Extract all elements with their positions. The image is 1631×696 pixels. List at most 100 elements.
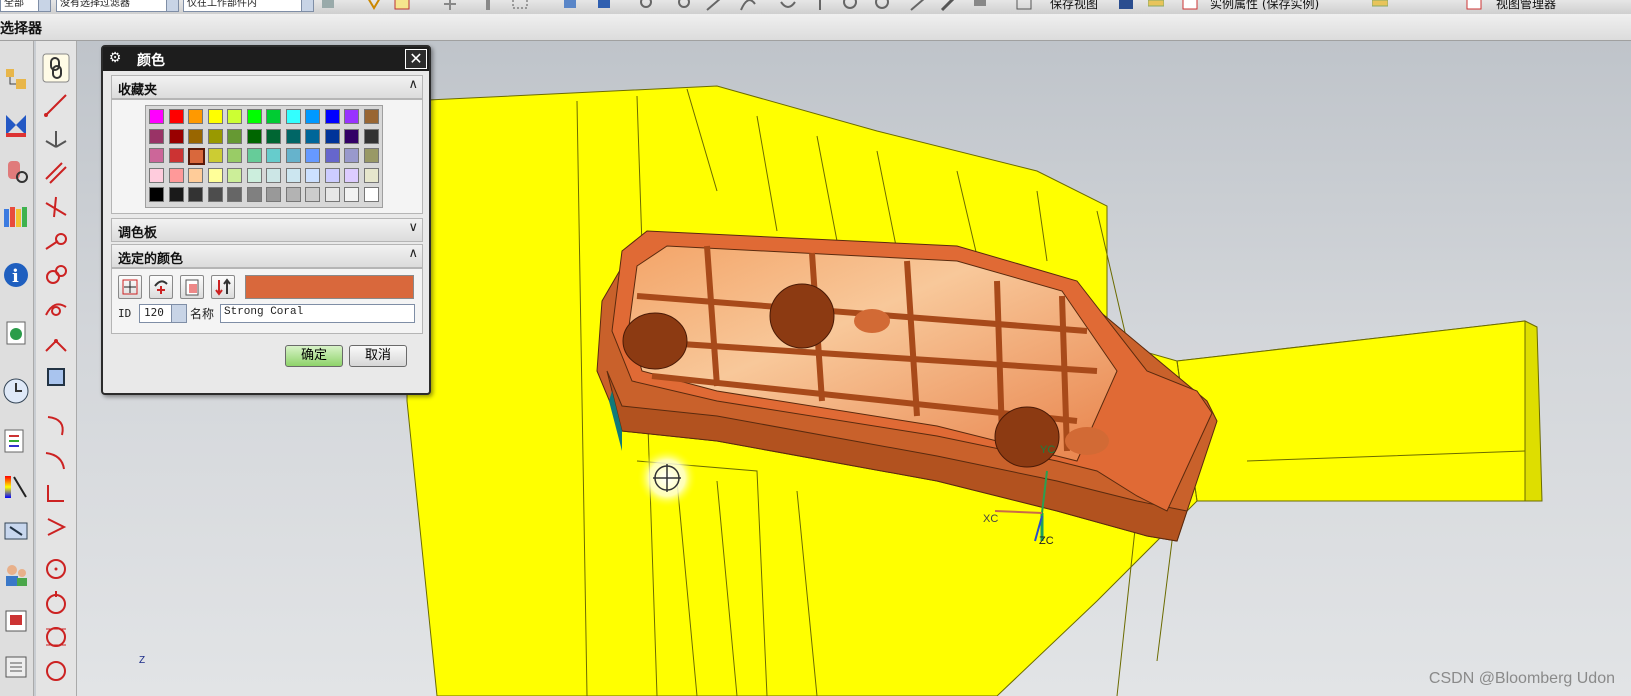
- snap-icon[interactable]: [394, 0, 410, 12]
- color-swatch[interactable]: [227, 187, 242, 202]
- color-swatch[interactable]: [344, 109, 359, 124]
- color-swatch[interactable]: [324, 148, 340, 163]
- perpendicular-line-icon[interactable]: [44, 195, 68, 219]
- view-manager-label[interactable]: 视图管理器: [1496, 0, 1556, 12]
- color-swatch[interactable]: [344, 128, 359, 144]
- color-swatch[interactable]: [168, 109, 184, 124]
- dialog-titlebar[interactable]: ⚙ 颜色 ✕: [103, 47, 429, 71]
- color-swatch[interactable]: [285, 148, 301, 163]
- cube-shaded-icon[interactable]: [596, 0, 612, 12]
- color-swatch[interactable]: [285, 167, 301, 183]
- bounding-box-icon[interactable]: [44, 365, 68, 389]
- color-swatch[interactable]: [363, 167, 379, 183]
- color-swatch[interactable]: [305, 167, 320, 183]
- color-swatch[interactable]: [149, 109, 164, 124]
- filter-icon[interactable]: [320, 0, 336, 12]
- circle-point-tool-icon[interactable]: [44, 659, 68, 683]
- color-swatch[interactable]: [305, 128, 320, 144]
- color-swatch[interactable]: [207, 187, 223, 202]
- color-swatch[interactable]: [149, 128, 164, 144]
- color-swatch[interactable]: [305, 148, 320, 163]
- circle-3pt-icon[interactable]: [44, 591, 68, 615]
- circle-tool-icon[interactable]: [44, 557, 68, 581]
- sort-color-button[interactable]: [211, 275, 235, 299]
- attribute-icon[interactable]: [1182, 0, 1198, 12]
- history-icon[interactable]: [2, 377, 30, 405]
- color-swatch[interactable]: [188, 148, 205, 165]
- roles-icon[interactable]: [2, 561, 30, 589]
- favorites-section-header[interactable]: 收藏夹 ∧: [111, 75, 423, 99]
- chevron-up-icon[interactable]: ∧: [408, 77, 418, 92]
- bisector-icon[interactable]: [44, 331, 68, 355]
- color-id-input[interactable]: 120: [139, 304, 187, 323]
- crosshair-icon[interactable]: [442, 0, 458, 12]
- color-swatch[interactable]: [344, 148, 359, 163]
- save-icon[interactable]: [1118, 0, 1134, 12]
- arc-3pt-icon[interactable]: [44, 413, 68, 437]
- paste-color-button[interactable]: [180, 275, 204, 299]
- save-view-label[interactable]: 保存视图: [1050, 0, 1098, 12]
- rotate-icon[interactable]: [638, 0, 654, 12]
- color-swatch[interactable]: [188, 128, 203, 144]
- color-swatch[interactable]: [344, 167, 359, 183]
- color-swatch[interactable]: [246, 148, 262, 163]
- point-icon[interactable]: [812, 0, 828, 12]
- color-swatch[interactable]: [207, 109, 223, 124]
- line-circle-icon[interactable]: [44, 229, 68, 253]
- close-button[interactable]: ✕: [405, 49, 427, 69]
- cancel-button[interactable]: 取消: [349, 345, 407, 367]
- color-swatch[interactable]: [227, 148, 242, 163]
- color-swatch[interactable]: [363, 109, 379, 124]
- measure-icon[interactable]: [1372, 0, 1388, 12]
- circle-center-icon[interactable]: [842, 0, 858, 12]
- color-name-input[interactable]: Strong Coral: [220, 304, 415, 323]
- line-icon[interactable]: [706, 0, 722, 12]
- color-swatch[interactable]: [188, 187, 203, 202]
- color-swatch[interactable]: [207, 167, 223, 183]
- curve-circle-icon[interactable]: [44, 297, 68, 321]
- color-swatch[interactable]: [285, 128, 301, 144]
- tangent-circles-icon[interactable]: [44, 263, 68, 287]
- color-swatch[interactable]: [227, 167, 242, 183]
- color-swatch[interactable]: [266, 187, 281, 202]
- parallel-line-icon[interactable]: [44, 161, 68, 185]
- assembly-navigator-icon[interactable]: [2, 65, 30, 93]
- color-swatch[interactable]: [363, 148, 379, 163]
- color-swatch[interactable]: [227, 109, 242, 124]
- visualization-palette-icon[interactable]: [2, 473, 30, 501]
- scope-combo[interactable]: 仅在工作部件内: [183, 0, 314, 12]
- eraser-icon[interactable]: [972, 0, 988, 12]
- color-swatch[interactable]: [266, 167, 281, 183]
- eyedropper-button[interactable]: [118, 275, 142, 299]
- color-swatch[interactable]: [363, 187, 379, 202]
- color-swatch[interactable]: [207, 128, 223, 144]
- color-swatch[interactable]: [246, 167, 262, 183]
- cube-icon[interactable]: [562, 0, 578, 12]
- axis-line-icon[interactable]: [44, 127, 68, 151]
- arc-icon[interactable]: [740, 0, 756, 12]
- color-swatch[interactable]: [227, 128, 242, 144]
- part-navigator-icon[interactable]: [2, 157, 30, 185]
- select-point-icon[interactable]: [366, 0, 382, 12]
- color-swatch[interactable]: [285, 109, 301, 124]
- color-id-spinner[interactable]: [171, 305, 186, 322]
- web-browser-icon[interactable]: [2, 319, 30, 347]
- pan-icon[interactable]: [676, 0, 692, 12]
- system-materials-icon[interactable]: [2, 427, 30, 455]
- color-swatch[interactable]: [324, 167, 340, 183]
- color-swatch[interactable]: [305, 187, 320, 202]
- color-swatch[interactable]: [266, 148, 281, 163]
- color-swatch[interactable]: [363, 128, 379, 144]
- process-studio-icon[interactable]: [2, 517, 30, 545]
- color-swatch[interactable]: [246, 109, 262, 124]
- curve-icon[interactable]: [780, 0, 796, 12]
- gear-icon[interactable]: ⚙: [107, 50, 123, 66]
- chevron-up-icon[interactable]: ∧: [408, 246, 418, 261]
- pin-icon[interactable]: [480, 0, 496, 12]
- chain-link-icon[interactable]: [42, 53, 70, 83]
- color-swatch[interactable]: [305, 109, 320, 124]
- color-swatch[interactable]: [266, 128, 281, 144]
- info-icon[interactable]: i: [2, 261, 30, 289]
- chevron-down-icon[interactable]: ∨: [408, 220, 418, 235]
- color-swatch[interactable]: [246, 128, 262, 144]
